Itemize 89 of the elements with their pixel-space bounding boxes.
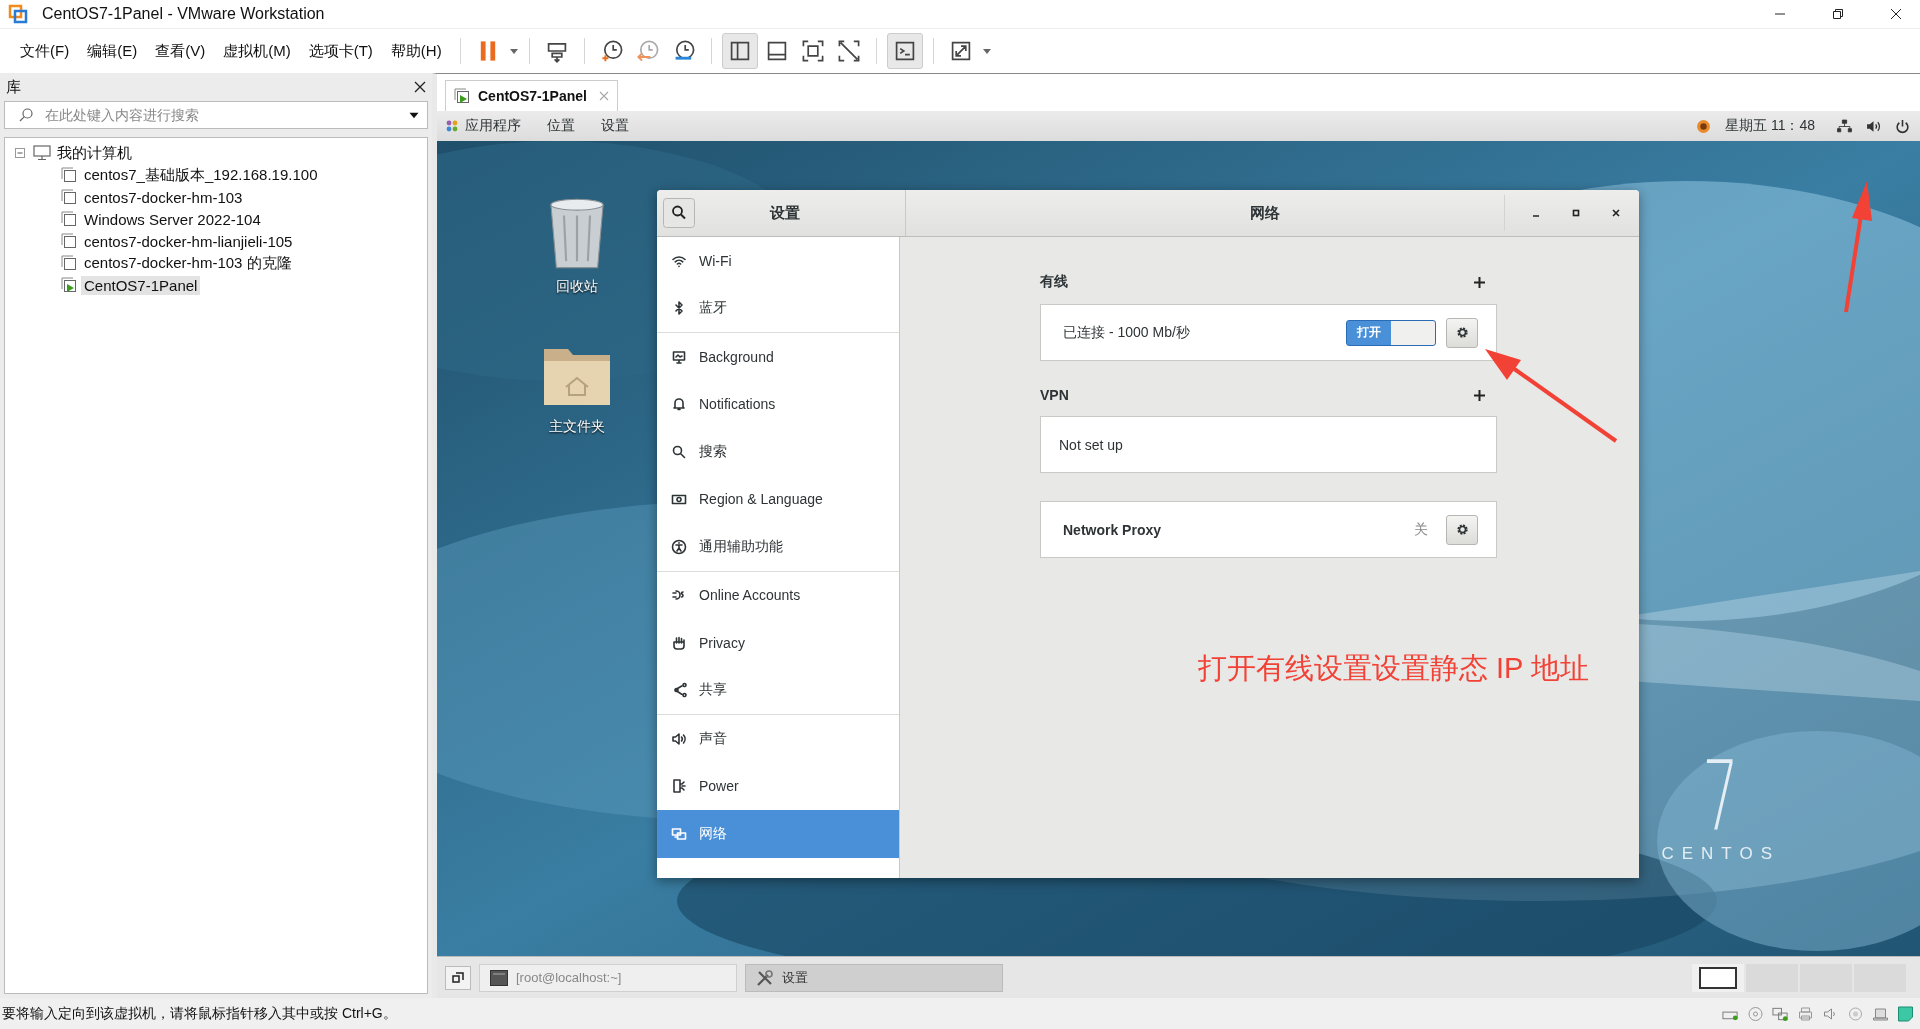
menu-item[interactable]: 查看(V) (147, 37, 214, 65)
bell-icon (671, 396, 687, 413)
display-icon[interactable] (1872, 1005, 1889, 1022)
proxy-label: Network Proxy (1063, 521, 1163, 538)
status-icon[interactable] (1696, 118, 1711, 134)
logo-numeral: 7 (1702, 748, 1740, 844)
power-icon[interactable] (1895, 118, 1910, 134)
vm-tab[interactable]: CentOS7-1Panel (445, 80, 618, 111)
search-icon (18, 107, 34, 123)
window-title: 设置 (768, 203, 801, 223)
vm-icon (454, 88, 470, 104)
panel-menu[interactable]: 设置 (601, 117, 629, 135)
desktop-icon-label[interactable]: 主文件夹 (549, 418, 605, 436)
share-icon (671, 682, 687, 699)
tree-item[interactable]: centos7-docker-hm-lianjieli-105 (81, 231, 296, 251)
maximize-icon[interactable] (1571, 208, 1581, 218)
sidebar-item[interactable]: Online Accounts (657, 571, 899, 619)
collapse-icon[interactable] (15, 148, 25, 158)
close-icon[interactable] (414, 81, 426, 93)
connection-status: 已连接 - 1000 Mb/秒 (1063, 323, 1191, 342)
network-icon (671, 825, 687, 842)
network-icon[interactable] (1837, 118, 1852, 134)
message-icon[interactable] (1897, 1005, 1914, 1022)
terminal-icon (490, 968, 508, 987)
panel-menu[interactable]: 应用程序 (465, 117, 521, 135)
caret-icon[interactable] (408, 111, 420, 120)
add-button[interactable] (1474, 389, 1485, 401)
sidebar-item[interactable]: Privacy (657, 619, 899, 667)
sidebar-item[interactable]: Power (657, 762, 899, 810)
speaker-icon (671, 730, 687, 747)
sidebar-item[interactable]: Notifications (657, 380, 899, 428)
sidebar-item[interactable]: 通用辅助功能 (657, 523, 899, 571)
status-message: 要将输入定向到该虚拟机，请将鼠标指针移入其中或按 Ctrl+G。 (2, 1004, 397, 1023)
sidebar-item[interactable]: 蓝牙 (657, 284, 899, 332)
menu-item[interactable]: 文件(F) (12, 37, 78, 65)
network-adapter-icon[interactable] (1772, 1005, 1789, 1022)
section-heading: VPN (1040, 387, 1069, 403)
window-title: CentOS7-1Panel - VMware Workstation (42, 5, 325, 23)
gear-icon (1454, 522, 1470, 537)
volume-icon[interactable] (1866, 118, 1881, 134)
tree-item[interactable]: 我的计算机 (57, 143, 132, 163)
sidebar-item[interactable]: Region & Language (657, 475, 899, 523)
sidebar-item[interactable]: 共享 (657, 666, 899, 714)
tools-icon (756, 968, 774, 987)
proxy-status: 关 (1414, 520, 1428, 539)
close-icon[interactable] (1611, 208, 1621, 218)
vpn-status: Not set up (1059, 436, 1124, 453)
settings-button[interactable] (1446, 514, 1478, 545)
monitor-icon (671, 348, 687, 365)
power-plug-icon (671, 778, 687, 795)
accessibility-icon (671, 538, 687, 555)
apps-icon (445, 119, 459, 133)
clock[interactable]: 星期五 11：48 (1725, 117, 1815, 135)
sidebar-item[interactable]: 声音 (657, 715, 899, 763)
page-title: 网络 (1249, 203, 1281, 223)
tree-item[interactable]: centos7-docker-hm-103 (81, 187, 246, 207)
section-heading: 有线 (1040, 273, 1068, 291)
menu-item[interactable]: 虚拟机(M) (215, 37, 299, 65)
menu-item[interactable]: 选项卡(T) (300, 37, 381, 65)
tree-item[interactable]: Windows Server 2022-104 (81, 209, 264, 229)
sidebar-item[interactable]: Background (657, 333, 899, 381)
library-view-icon[interactable] (721, 33, 758, 69)
tree-item[interactable]: centos7-docker-hm-103 的克隆 (81, 252, 295, 274)
sidebar-item[interactable]: 搜索 (657, 428, 899, 476)
menu-item[interactable]: 编辑(E) (79, 37, 146, 65)
taskbar-item[interactable]: 设置 (745, 963, 1003, 992)
logo-text: CENTOS (1661, 844, 1780, 864)
search-button[interactable] (663, 198, 695, 228)
workspace-thumbnail[interactable] (1692, 963, 1744, 992)
vmware-logo-icon (8, 4, 28, 24)
settings-button[interactable] (1446, 317, 1478, 348)
annotation-text: 打开有线设置设置静态 IP 地址 (1198, 651, 1589, 686)
desktop-icon-label[interactable]: 回收站 (556, 278, 598, 296)
gear-icon (1454, 325, 1470, 340)
search-icon (671, 443, 687, 460)
search-field[interactable]: 在此处键入内容进行搜索 (4, 101, 428, 129)
show-desktop-icon[interactable] (445, 965, 471, 990)
tree-item[interactable]: centos7_基础版本_192.168.19.100 (81, 164, 321, 186)
panel-menu[interactable]: 位置 (547, 117, 575, 135)
tree-item[interactable]: CentOS7-1Panel (81, 275, 201, 295)
sidebar-item[interactable]: Wi-Fi (657, 237, 899, 285)
console-icon[interactable] (886, 33, 923, 69)
hand-icon (671, 634, 687, 651)
close-icon[interactable] (1890, 8, 1902, 20)
add-button[interactable] (1474, 276, 1485, 288)
library-title: 库 (6, 77, 21, 97)
computer-icon (33, 145, 51, 161)
menu-item[interactable]: 帮助(H) (382, 37, 450, 65)
restore-icon[interactable] (1832, 8, 1844, 20)
